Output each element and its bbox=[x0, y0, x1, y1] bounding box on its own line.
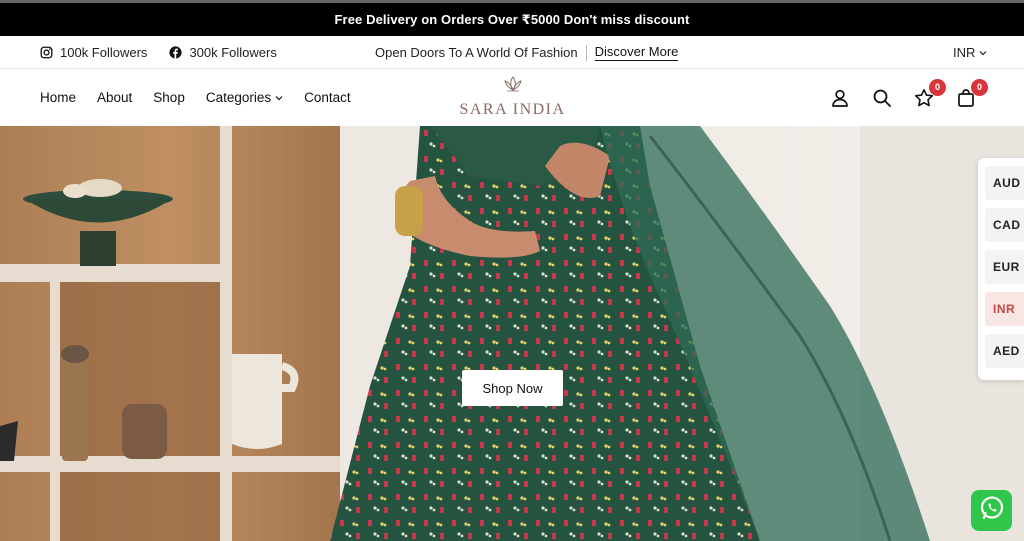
nav-about-label: About bbox=[97, 90, 133, 105]
nav-about[interactable]: About bbox=[97, 90, 132, 105]
nav-categories[interactable]: Categories bbox=[206, 90, 283, 105]
currency-option-inr[interactable]: INR bbox=[985, 292, 1024, 326]
nav-contact-label: Contact bbox=[304, 90, 351, 105]
currency-dropdown[interactable]: INR bbox=[953, 36, 987, 69]
search-icon bbox=[872, 88, 892, 108]
chevron-down-icon bbox=[979, 45, 987, 60]
facebook-link[interactable]: 300k Followers bbox=[169, 45, 277, 60]
account-button[interactable] bbox=[830, 88, 850, 108]
main-menu: Home About Shop Categories Contact bbox=[40, 69, 351, 126]
announcement-bar: Free Delivery on Orders Over ₹5000 Don't… bbox=[0, 3, 1024, 36]
cart-count-badge: 0 bbox=[971, 78, 988, 96]
tagline: Open Doors To A World Of Fashion bbox=[375, 45, 578, 60]
cart-button[interactable]: 0 bbox=[956, 78, 988, 108]
wishlist-button[interactable]: 0 bbox=[914, 78, 946, 108]
logo-text: SARA INDIA bbox=[459, 101, 566, 118]
nav-home-label: Home bbox=[40, 90, 77, 105]
currency-option-aud[interactable]: AUD bbox=[985, 166, 1024, 200]
currency-option-cad[interactable]: CAD bbox=[985, 208, 1024, 242]
hero-image bbox=[0, 126, 1024, 541]
site-logo[interactable]: SARA INDIA bbox=[455, 75, 570, 123]
currency-switcher: AUD CAD EUR INR AED bbox=[978, 158, 1024, 380]
whatsapp-icon bbox=[978, 494, 1006, 527]
lotus-icon bbox=[501, 75, 525, 98]
header-actions: 0 0 bbox=[830, 69, 988, 126]
social-links: 100k Followers 300k Followers bbox=[40, 36, 277, 69]
nav-categories-label: Categories bbox=[205, 90, 272, 105]
main-header: Home About Shop Categories Contact SARA … bbox=[0, 69, 1024, 126]
nav-contact[interactable]: Contact bbox=[304, 90, 351, 105]
currency-option-aed[interactable]: AED bbox=[985, 334, 1024, 368]
chevron-down-icon bbox=[275, 90, 283, 105]
shop-now-button[interactable]: Shop Now bbox=[462, 370, 563, 406]
nav-shop-label: Shop bbox=[153, 90, 185, 105]
search-button[interactable] bbox=[872, 88, 892, 108]
utility-bar: 100k Followers 300k Followers Open Doors… bbox=[0, 36, 1024, 69]
instagram-link[interactable]: 100k Followers bbox=[40, 45, 147, 60]
whatsapp-button[interactable] bbox=[971, 490, 1012, 531]
currency-option-eur[interactable]: EUR bbox=[985, 250, 1024, 284]
instagram-icon bbox=[40, 46, 53, 59]
currency-selected: INR bbox=[953, 45, 976, 60]
announcement-text: Free Delivery on Orders Over ₹5000 Don't… bbox=[334, 11, 690, 27]
facebook-followers: 300k Followers bbox=[189, 45, 277, 60]
discover-more-link[interactable]: Discover More bbox=[594, 44, 679, 61]
nav-home[interactable]: Home bbox=[40, 90, 76, 105]
wishlist-count-badge: 0 bbox=[929, 78, 946, 96]
hero-banner: Shop Now bbox=[0, 126, 1024, 541]
facebook-icon bbox=[169, 46, 183, 59]
tagline-group: Open Doors To A World Of Fashion Discove… bbox=[375, 36, 679, 69]
instagram-followers: 100k Followers bbox=[60, 45, 148, 60]
divider bbox=[585, 44, 587, 61]
nav-shop[interactable]: Shop bbox=[153, 90, 185, 105]
user-icon bbox=[830, 88, 850, 108]
